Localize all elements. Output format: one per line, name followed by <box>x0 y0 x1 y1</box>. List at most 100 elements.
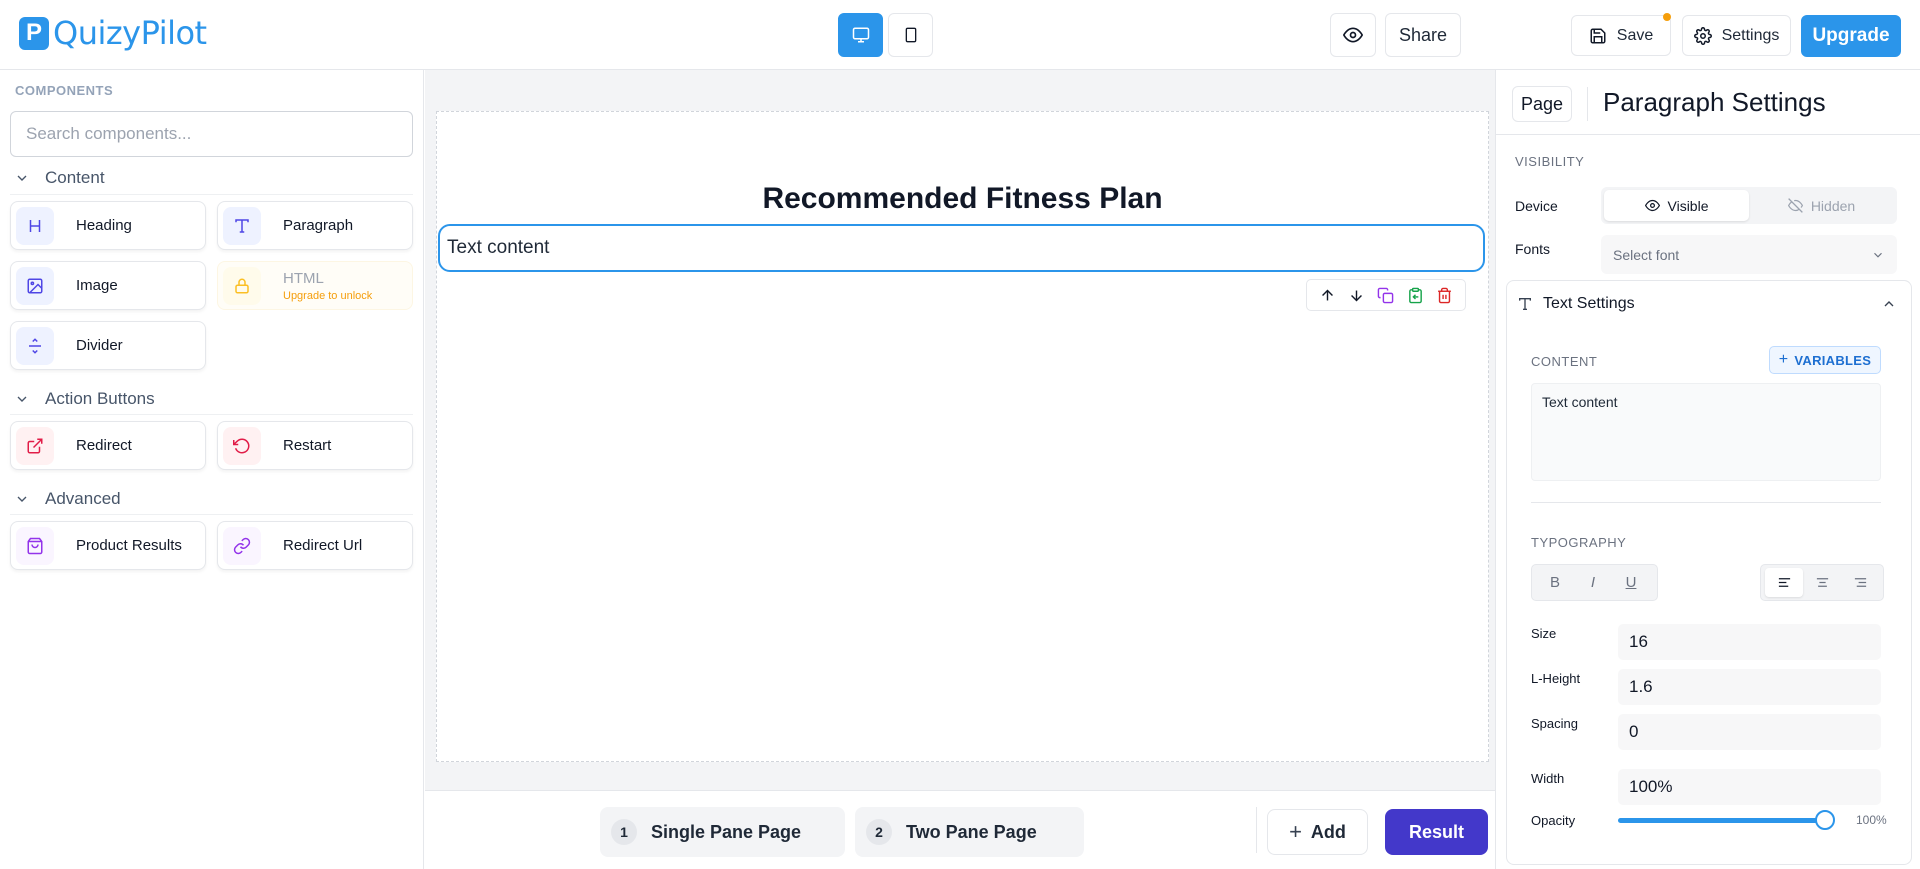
align-center-button[interactable] <box>1803 568 1841 597</box>
copy-icon <box>1378 287 1394 303</box>
divider <box>10 514 413 515</box>
chevron-down-icon <box>17 496 27 502</box>
canvas-paragraph-selected[interactable]: Text content <box>438 224 1485 272</box>
clipboard-icon <box>1408 287 1422 303</box>
section-title: Advanced <box>45 489 121 508</box>
variables-button[interactable]: + VARIABLES <box>1769 346 1881 374</box>
font-select[interactable]: Select font <box>1601 235 1897 274</box>
upgrade-note: Upgrade to unlock <box>283 289 373 302</box>
share-label: Share <box>1398 24 1448 45</box>
page-preview[interactable]: Recommended Fitness Plan Text content <box>436 111 1489 762</box>
canvas-heading[interactable]: Recommended Fitness Plan <box>437 182 1488 216</box>
hidden-option[interactable]: Hidden <box>1749 190 1894 221</box>
mobile-view-button[interactable] <box>888 13 933 57</box>
settings-panel: Page Paragraph Settings VISIBILITY Devic… <box>1495 70 1920 869</box>
component-product-results[interactable]: Product Results <box>10 521 206 570</box>
component-divider[interactable]: Divider <box>10 321 206 370</box>
hidden-label: Hidden <box>1810 197 1856 214</box>
align-left-icon <box>1778 578 1790 587</box>
content-textarea[interactable]: Text content <box>1531 383 1881 481</box>
external-link-icon <box>16 426 54 465</box>
component-label: Heading <box>76 217 132 234</box>
page-label: Two Pane Page <box>906 821 1037 842</box>
divider <box>1496 134 1920 135</box>
section-content[interactable]: Content <box>14 168 105 188</box>
divider <box>10 414 413 415</box>
brand-logo[interactable]: P QuizyPilot <box>19 14 207 52</box>
page-tab-2[interactable]: 2 Two Pane Page <box>855 807 1084 857</box>
align-right-icon <box>1854 578 1866 587</box>
chevron-down-icon <box>17 175 27 181</box>
page-label: Single Pane Page <box>651 821 802 842</box>
opacity-slider-handle[interactable] <box>1815 810 1835 830</box>
align-left-button[interactable] <box>1765 568 1803 597</box>
component-label: Image <box>76 277 118 294</box>
plus-icon: + <box>1289 819 1302 844</box>
visibility-heading: VISIBILITY <box>1515 154 1585 169</box>
alignment-group <box>1760 564 1884 601</box>
content-heading: CONTENT <box>1531 354 1598 369</box>
share-button[interactable]: Share <box>1385 13 1461 57</box>
delete-button[interactable] <box>1436 287 1453 304</box>
divider <box>10 194 413 195</box>
text-icon <box>223 206 261 245</box>
opacity-slider-track[interactable] <box>1618 818 1826 823</box>
section-action-buttons[interactable]: Action Buttons <box>14 389 155 409</box>
size-label: Size <box>1531 626 1557 641</box>
bold-button[interactable]: B <box>1536 568 1574 597</box>
component-html-locked[interactable]: HTML Upgrade to unlock <box>217 261 413 310</box>
component-heading[interactable]: Heading <box>10 201 206 250</box>
add-page-button[interactable]: + Add <box>1267 809 1368 855</box>
upgrade-button[interactable]: Upgrade <box>1801 15 1901 57</box>
component-image[interactable]: Image <box>10 261 206 310</box>
width-input[interactable]: 100% <box>1618 769 1881 805</box>
section-title: Action Buttons <box>45 389 155 408</box>
page-settings-button[interactable]: Page <box>1512 86 1572 122</box>
text-settings-header[interactable]: Text Settings <box>1507 281 1911 327</box>
divider <box>1256 807 1257 853</box>
align-right-button[interactable] <box>1841 568 1879 597</box>
component-label: Redirect Url <box>283 537 363 554</box>
plus-icon: + <box>1778 351 1789 368</box>
duplicate-button[interactable] <box>1377 287 1394 304</box>
result-button[interactable]: Result <box>1385 809 1488 855</box>
font-select-value: Select font <box>1613 246 1680 263</box>
arrow-down-icon <box>1351 290 1363 301</box>
move-down-button[interactable] <box>1348 287 1365 304</box>
preview-button[interactable] <box>1330 13 1376 57</box>
save-button[interactable]: Save <box>1571 13 1671 56</box>
component-label: Restart <box>283 437 332 454</box>
spacing-input[interactable]: 0 <box>1618 714 1881 750</box>
visible-option[interactable]: Visible <box>1604 190 1749 221</box>
save-label: Save <box>1616 26 1654 44</box>
component-redirect-url[interactable]: Redirect Url <box>217 521 413 570</box>
component-paragraph[interactable]: Paragraph <box>217 201 413 250</box>
section-advanced[interactable]: Advanced <box>14 489 121 509</box>
trash-icon <box>1437 287 1451 303</box>
component-restart[interactable]: Restart <box>217 421 413 470</box>
line-height-input[interactable]: 1.6 <box>1618 669 1881 705</box>
chevron-down-icon <box>1874 252 1882 258</box>
settings-label: Settings <box>1721 26 1780 44</box>
desktop-view-button[interactable] <box>838 13 883 57</box>
paste-button[interactable] <box>1407 287 1424 304</box>
link-icon <box>223 526 261 565</box>
move-up-button[interactable] <box>1319 287 1336 304</box>
divider-icon <box>16 326 54 365</box>
chevron-down-icon <box>17 396 27 402</box>
search-input[interactable] <box>10 111 413 157</box>
component-redirect[interactable]: Redirect <box>10 421 206 470</box>
italic-button[interactable]: I <box>1574 568 1612 597</box>
opacity-label: Opacity <box>1531 813 1576 828</box>
typography-heading: TYPOGRAPHY <box>1531 535 1627 550</box>
divider <box>1531 502 1881 503</box>
lock-icon <box>223 266 261 305</box>
spacing-label: Spacing <box>1531 716 1578 731</box>
underline-button[interactable]: U <box>1612 568 1650 597</box>
settings-button[interactable]: Settings <box>1682 15 1791 56</box>
size-input[interactable]: 16 <box>1618 624 1881 660</box>
text-icon <box>1519 298 1531 310</box>
page-tab-1[interactable]: 1 Single Pane Page <box>600 807 845 857</box>
eye-off-icon <box>1787 198 1803 213</box>
restart-icon <box>223 426 261 465</box>
